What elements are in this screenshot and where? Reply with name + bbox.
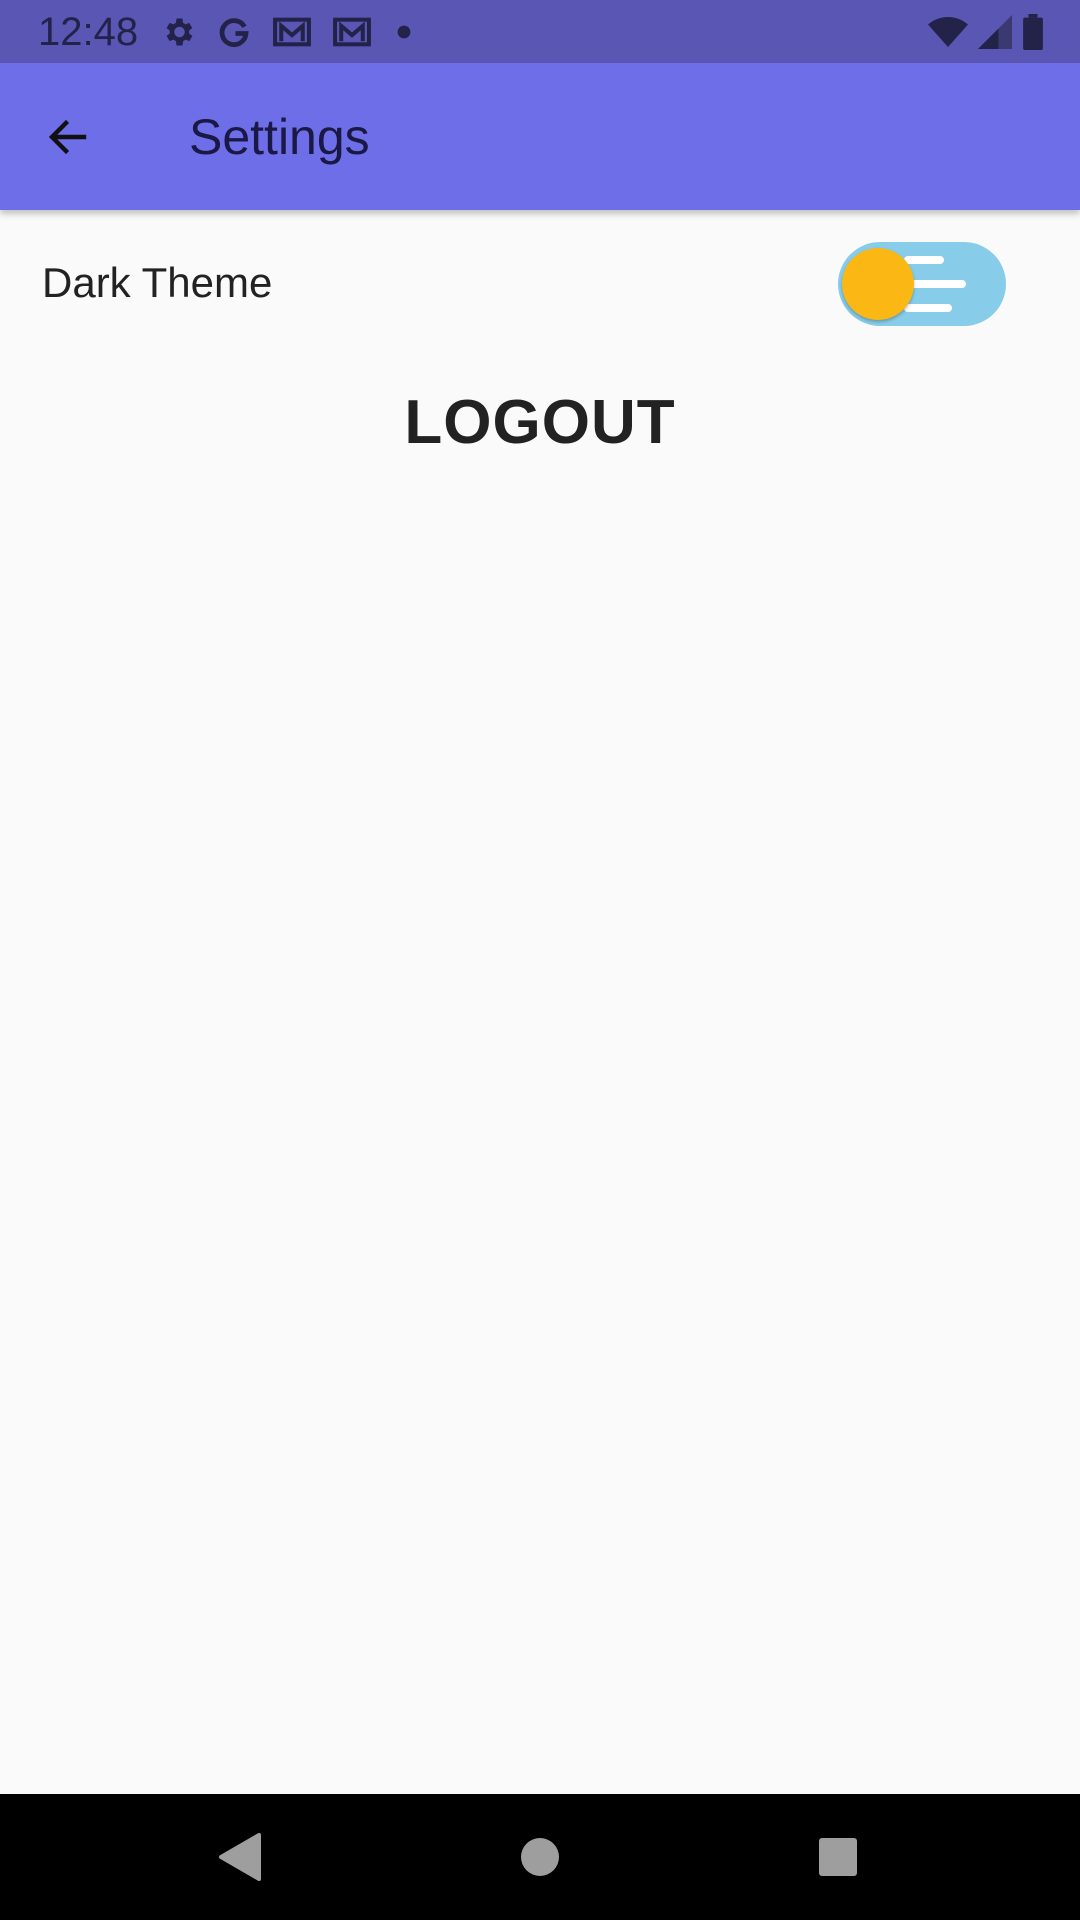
- system-nav-bar: [0, 1794, 1080, 1920]
- app-bar: Settings: [0, 63, 1080, 210]
- arrow-back-icon: [48, 119, 87, 155]
- wifi-icon: [928, 17, 968, 47]
- dark-theme-toggle[interactable]: [838, 242, 1006, 326]
- gmail-icon: [273, 17, 311, 47]
- notification-icons: [160, 12, 416, 52]
- battery-icon: [1023, 14, 1043, 50]
- nav-home-button[interactable]: [497, 1814, 583, 1900]
- logout-button[interactable]: LOGOUT: [340, 372, 740, 472]
- gear-icon: [166, 18, 193, 46]
- back-triangle-icon: [219, 1833, 261, 1881]
- dark-theme-label: Dark Theme: [42, 259, 273, 306]
- nav-back-button[interactable]: [196, 1814, 282, 1900]
- dot-icon: [397, 25, 411, 39]
- home-circle-icon: [521, 1838, 559, 1876]
- dark-theme-setting: Dark Theme: [0, 230, 1080, 336]
- nav-recents-button[interactable]: [795, 1814, 881, 1900]
- status-bar: 12:48: [0, 0, 1080, 63]
- recents-square-icon: [819, 1838, 857, 1876]
- google-g-icon: [219, 18, 249, 47]
- status-time: 12:48: [38, 10, 139, 54]
- gmail-icon: [333, 17, 371, 47]
- back-button[interactable]: [34, 103, 102, 171]
- page-title: Settings: [189, 109, 370, 165]
- settings-screen: 12:48 Settings Dark Theme LOGOUT: [0, 0, 1080, 1920]
- toggle-knob-sun: [842, 248, 914, 320]
- system-icons: [928, 12, 1044, 52]
- cell-signal-icon: [978, 15, 1012, 49]
